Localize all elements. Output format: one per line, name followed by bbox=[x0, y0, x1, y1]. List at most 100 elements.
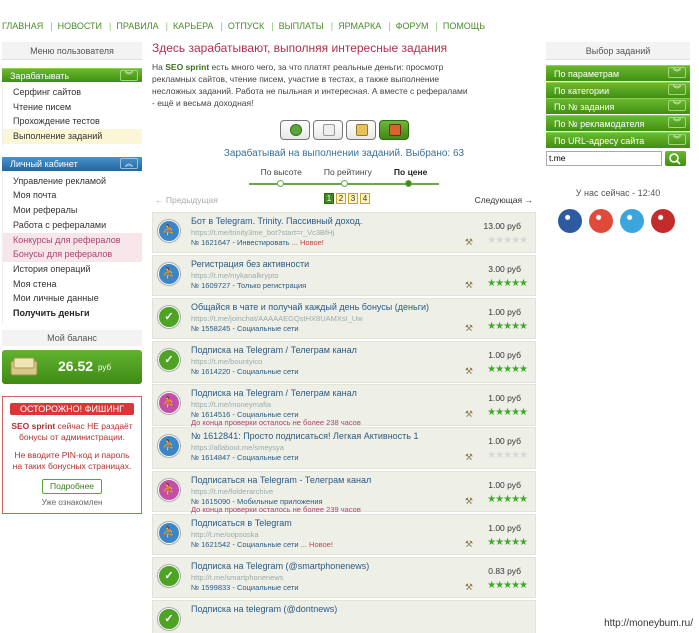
task-row[interactable]: ⛹ Подписка на Telegram / Телеграм канал ht… bbox=[152, 384, 536, 427]
filter-item[interactable]: По параметрам ︾ bbox=[546, 65, 690, 81]
next-page-link[interactable]: Следующая → bbox=[475, 195, 533, 205]
nav-item[interactable]: НОВОСТИ bbox=[58, 21, 102, 31]
sort-slider[interactable] bbox=[249, 180, 439, 187]
chevron-down-icon[interactable]: ︾ bbox=[668, 133, 686, 145]
add-task-button[interactable] bbox=[279, 120, 310, 140]
nav-separator: | bbox=[220, 21, 223, 31]
youtube-icon[interactable] bbox=[651, 208, 675, 233]
sort-dot-1[interactable] bbox=[277, 180, 284, 187]
google-icon[interactable] bbox=[589, 208, 613, 233]
task-row[interactable]: ✓ Подписка на telegram (@dontnews) bbox=[152, 599, 536, 633]
facebook-icon[interactable] bbox=[558, 208, 582, 233]
sort-by-height[interactable]: По высоте bbox=[261, 167, 302, 177]
complaint-icon[interactable]: ⚒ bbox=[465, 582, 473, 593]
page-number[interactable]: 1 bbox=[324, 193, 334, 204]
chevron-down-icon[interactable]: ︾ bbox=[668, 100, 686, 112]
more-button[interactable]: Подробнее bbox=[42, 478, 102, 494]
chevron-up-icon[interactable]: ︽ bbox=[120, 157, 138, 169]
nav-item[interactable]: ПРАВИЛА bbox=[116, 21, 158, 31]
menu-item[interactable]: Мои рефералы bbox=[3, 203, 142, 218]
complaint-icon[interactable]: ⚒ bbox=[465, 237, 473, 248]
task-title[interactable]: № 1612841: Просто подписаться! Легкая Ак… bbox=[191, 431, 419, 441]
sort-by-price[interactable]: По цене bbox=[394, 167, 427, 177]
runner-icon: ⛹ bbox=[158, 521, 180, 544]
sort-by-rating[interactable]: По рейтингу bbox=[324, 167, 372, 177]
menu-item[interactable]: Получить деньги bbox=[3, 306, 142, 321]
task-row[interactable]: ⛹ Подписаться на Telegram - Телеграм кана… bbox=[152, 470, 536, 514]
notes-task-button[interactable] bbox=[345, 120, 376, 140]
menu-item[interactable]: Прохождение тестов bbox=[3, 114, 142, 129]
complaint-icon[interactable]: ⚒ bbox=[465, 366, 473, 377]
star-icon: ★ bbox=[519, 493, 528, 505]
nav-item[interactable]: ГЛАВНАЯ bbox=[2, 21, 43, 31]
filter-item[interactable]: По № рекламодателя ︾ bbox=[546, 115, 690, 132]
task-row[interactable]: ⛹ № 1612841: Просто подписаться! Легкая А… bbox=[152, 427, 536, 469]
task-row[interactable]: ✓ Подписка на Telegram / Телеграм канал ht… bbox=[152, 341, 536, 383]
nav-item[interactable]: ПОМОЩЬ bbox=[443, 21, 485, 31]
rating-stars: ★★★★★ bbox=[487, 493, 528, 505]
menu-item[interactable]: Мои личные данные bbox=[3, 291, 142, 306]
filter-item[interactable]: По № задания ︾ bbox=[546, 98, 690, 115]
star-icon: ★ bbox=[495, 579, 504, 591]
menu-item[interactable]: Бонусы для рефералов bbox=[3, 247, 142, 262]
chevron-down-icon[interactable]: ︾ bbox=[668, 83, 686, 95]
complaint-icon[interactable]: ⚒ bbox=[465, 539, 473, 550]
page-number[interactable]: 4 bbox=[360, 193, 370, 204]
left-sidebar: Меню пользователя Зарабатывать ︾ Серфинг… bbox=[2, 42, 142, 514]
task-row[interactable]: ⛹ Подписаться в Telegram http://t.me/oopso… bbox=[152, 513, 536, 555]
task-title[interactable]: Подписаться в Telegram bbox=[191, 518, 292, 528]
nav-item[interactable]: ЯРМАРКА bbox=[338, 21, 381, 31]
menu-item[interactable]: Конкурсы для рефералов bbox=[3, 232, 142, 248]
menu-item[interactable]: Моя почта bbox=[3, 188, 142, 203]
cabinet-menu-header[interactable]: Личный кабинет ︽ bbox=[2, 156, 142, 171]
menu-item[interactable]: Моя стена bbox=[3, 277, 142, 292]
search-input[interactable] bbox=[546, 150, 662, 166]
already-seen-link[interactable]: Уже ознакомлен bbox=[3, 498, 141, 507]
sort-dot-2[interactable] bbox=[341, 180, 348, 187]
page-number[interactable]: 2 bbox=[336, 193, 346, 204]
complaint-icon[interactable]: ⚒ bbox=[465, 409, 473, 420]
task-title[interactable]: Подписаться на Telegram - Телеграм канал bbox=[191, 475, 371, 485]
page-number[interactable]: 3 bbox=[348, 193, 358, 204]
filter-item[interactable]: По категории ︾ bbox=[546, 81, 690, 98]
bag-task-button[interactable] bbox=[378, 120, 409, 140]
earn-menu-header[interactable]: Зарабатывать ︾ bbox=[2, 68, 142, 82]
menu-item[interactable]: Выполнение заданий bbox=[3, 129, 142, 144]
menu-item[interactable]: Управление рекламой bbox=[3, 174, 142, 189]
balance-panel[interactable]: 26.52 руб bbox=[2, 349, 142, 384]
menu-item[interactable]: История операций bbox=[3, 262, 142, 277]
nav-item[interactable]: ВЫПЛАТЫ bbox=[279, 21, 324, 31]
chevron-down-icon[interactable]: ︾ bbox=[120, 70, 138, 81]
chevron-down-icon[interactable]: ︾ bbox=[668, 67, 686, 78]
star-icon: ★ bbox=[503, 536, 512, 548]
favorite-task-button[interactable] bbox=[312, 120, 343, 140]
task-row[interactable]: ⛹ Регистрация без активности https://t.me/… bbox=[152, 255, 536, 297]
search-button[interactable] bbox=[665, 150, 686, 166]
filter-item[interactable]: По URL-адресу сайта ︾ bbox=[546, 131, 690, 148]
task-title[interactable]: Общайся в чате и получай каждый день бон… bbox=[191, 302, 429, 312]
task-title[interactable]: Бот в Telegram. Trinity. Пассивный доход… bbox=[191, 216, 362, 226]
task-title[interactable]: Подписка на Telegram (@smartphonenews) bbox=[191, 561, 369, 571]
task-meta: № 1621647 - Инвестировать ... Новое! bbox=[191, 238, 324, 247]
complaint-icon[interactable]: ⚒ bbox=[465, 323, 473, 334]
nav-item[interactable]: ОТПУСК bbox=[228, 21, 264, 31]
task-row[interactable]: ✓ Общайся в чате и получай каждый день бо… bbox=[152, 298, 536, 340]
task-row[interactable]: ⛹ Бот в Telegram. Trinity. Пассивный дохо… bbox=[152, 212, 536, 254]
complaint-icon[interactable]: ⚒ bbox=[465, 280, 473, 291]
chevron-down-icon[interactable]: ︾ bbox=[668, 117, 686, 129]
task-title[interactable]: Подписка на telegram (@dontnews) bbox=[191, 604, 337, 614]
nav-item[interactable]: КАРЬЕРА bbox=[173, 21, 214, 31]
task-title[interactable]: Подписка на Telegram / Телеграм канал bbox=[191, 345, 357, 355]
complaint-icon[interactable]: ⚒ bbox=[465, 452, 473, 463]
sort-dot-3[interactable] bbox=[405, 180, 412, 187]
task-title[interactable]: Подписка на Telegram / Телеграм канал bbox=[191, 388, 357, 398]
menu-item[interactable]: Чтение писем bbox=[3, 100, 142, 115]
prev-page-link[interactable]: ← Предыдущая bbox=[155, 195, 218, 205]
nav-item[interactable]: ФОРУМ bbox=[396, 21, 429, 31]
twitter-icon[interactable] bbox=[620, 208, 644, 233]
task-title[interactable]: Регистрация без активности bbox=[191, 259, 309, 269]
menu-item[interactable]: Серфинг сайтов bbox=[3, 85, 142, 100]
task-row[interactable]: ✓ Подписка на Telegram (@smartphonenews) h… bbox=[152, 556, 536, 599]
complaint-icon[interactable]: ⚒ bbox=[465, 496, 473, 507]
menu-item[interactable]: Работа с рефералами bbox=[3, 218, 142, 233]
